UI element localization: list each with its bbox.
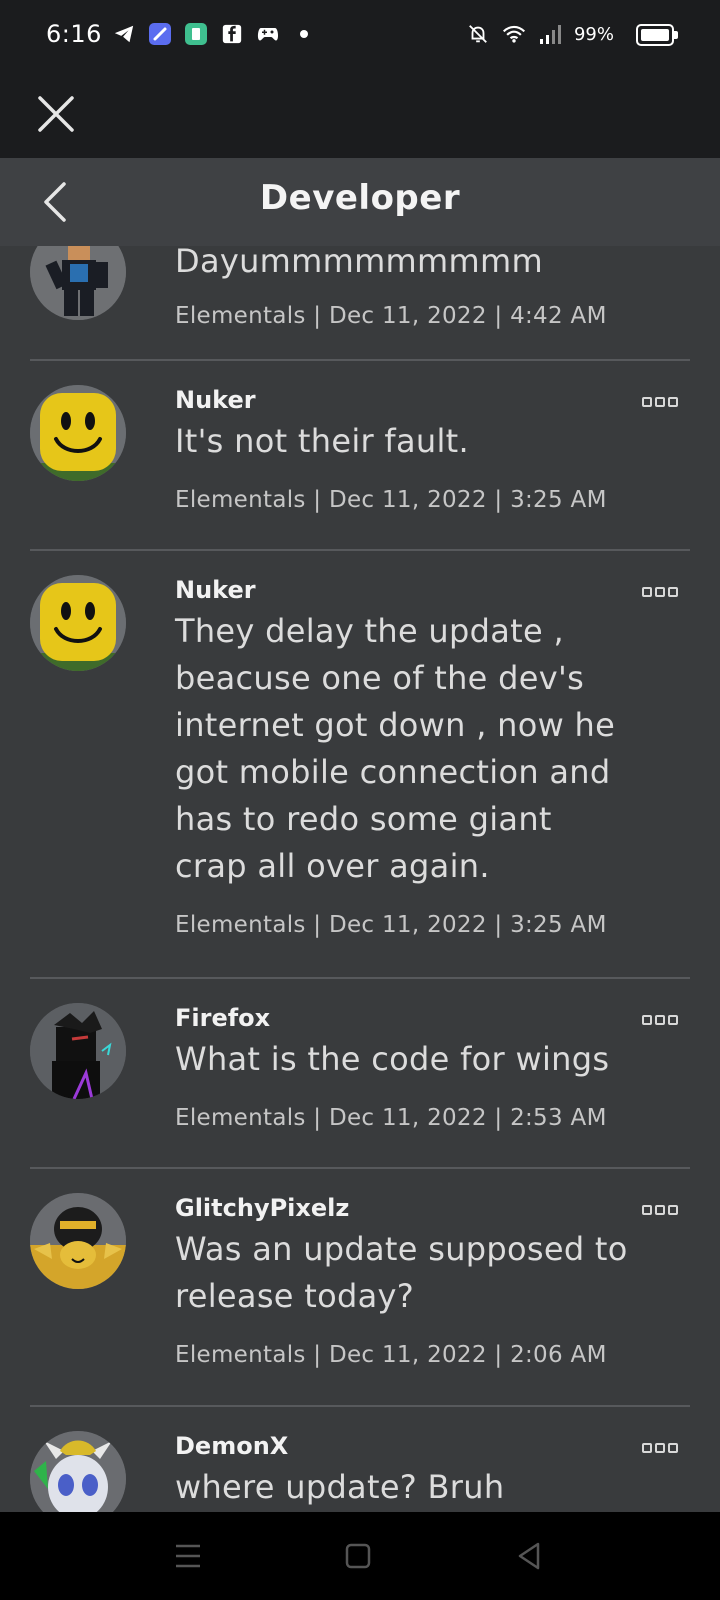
comment-message: where update? Bruh [175,1468,505,1506]
battery-icon [636,24,674,46]
comment-author[interactable]: GlitchyPixelz [175,1194,630,1224]
more-options-button[interactable] [642,1443,678,1457]
avatar[interactable] [30,575,126,671]
comment-message: They delay the update , beacuse one of t… [175,612,616,885]
more-options-button[interactable] [642,587,678,601]
comment-item: Nuker It's not their fault. Elementals |… [30,361,690,551]
comment-item: DemonX where update? Bruh [30,1407,690,1512]
avatar[interactable] [30,1193,126,1289]
more-options-button[interactable] [642,397,678,411]
recents-button[interactable] [172,1540,208,1572]
comment-meta: Elementals | Dec 11, 2022 | 2:06 AM [175,1342,607,1368]
wifi-icon [502,22,526,46]
comment-message: What is the code for wings [175,1040,610,1078]
comment-list[interactable]: Dayummmmmmmmm Elementals | Dec 11, 2022 … [0,246,720,1512]
comment-message: Dayummmmmmmmm [175,246,543,280]
back-nav-button[interactable] [514,1540,550,1572]
avatar[interactable] [30,1431,126,1512]
comment-message: Was an update supposed to release today? [175,1230,628,1315]
close-icon [38,96,74,132]
avatar[interactable] [30,385,126,481]
battery-percent: 99% [573,23,614,45]
smiley-face-icon [30,385,126,481]
comment-meta: Elementals | Dec 11, 2022 | 3:25 AM [175,487,607,513]
signal-icon [538,22,562,46]
facebook-icon [220,22,244,46]
comment-author[interactable]: Nuker [175,386,630,416]
avatar[interactable] [30,1003,126,1099]
close-button[interactable] [36,94,76,134]
telegram-icon [112,22,136,46]
page-header: Developer [0,158,720,246]
system-nav-bar [0,1512,720,1600]
menu-icon [176,1544,200,1568]
comment-message: It's not their fault. [175,422,470,460]
app-icon-blue [148,22,172,46]
square-icon [345,1543,371,1569]
more-options-button[interactable] [642,1015,678,1029]
avatar-dark-icon [30,1003,126,1099]
page-title: Developer [259,178,461,218]
top-bar [0,70,720,158]
comment-meta: Elementals | Dec 11, 2022 | 4:42 AM [175,303,607,329]
smiley-face-icon [30,575,126,671]
app-icon-green [184,22,208,46]
triangle-back-icon [518,1542,540,1570]
more-options-button[interactable] [642,1205,678,1219]
comment-author[interactable]: DemonX [175,1432,630,1462]
dot-icon [292,22,316,46]
home-button[interactable] [342,1540,378,1572]
comment-item: Firefox What is the code for wings Eleme… [30,979,690,1169]
comment-author[interactable]: Nuker [175,576,630,606]
status-bar: 6:16 99% [0,0,720,70]
status-time: 6:16 [46,20,102,48]
avatar-demon-icon [30,1431,126,1512]
comment-item: GlitchyPixelz Was an update supposed to … [30,1169,690,1407]
comment-author[interactable]: Firefox [175,1004,630,1034]
gamepad-icon [256,22,280,46]
avatar-blocky-icon [30,246,126,320]
comment-meta: Elementals | Dec 11, 2022 | 2:53 AM [175,1105,607,1131]
avatar-yellow-icon [30,1193,126,1289]
comment-meta: Elementals | Dec 11, 2022 | 3:25 AM [175,912,607,938]
bell-off-icon [466,22,490,46]
comment-item: Nuker They delay the update , beacuse on… [30,551,690,979]
avatar[interactable] [30,246,126,320]
comment-item: Dayummmmmmmmm Elementals | Dec 11, 2022 … [30,246,690,361]
